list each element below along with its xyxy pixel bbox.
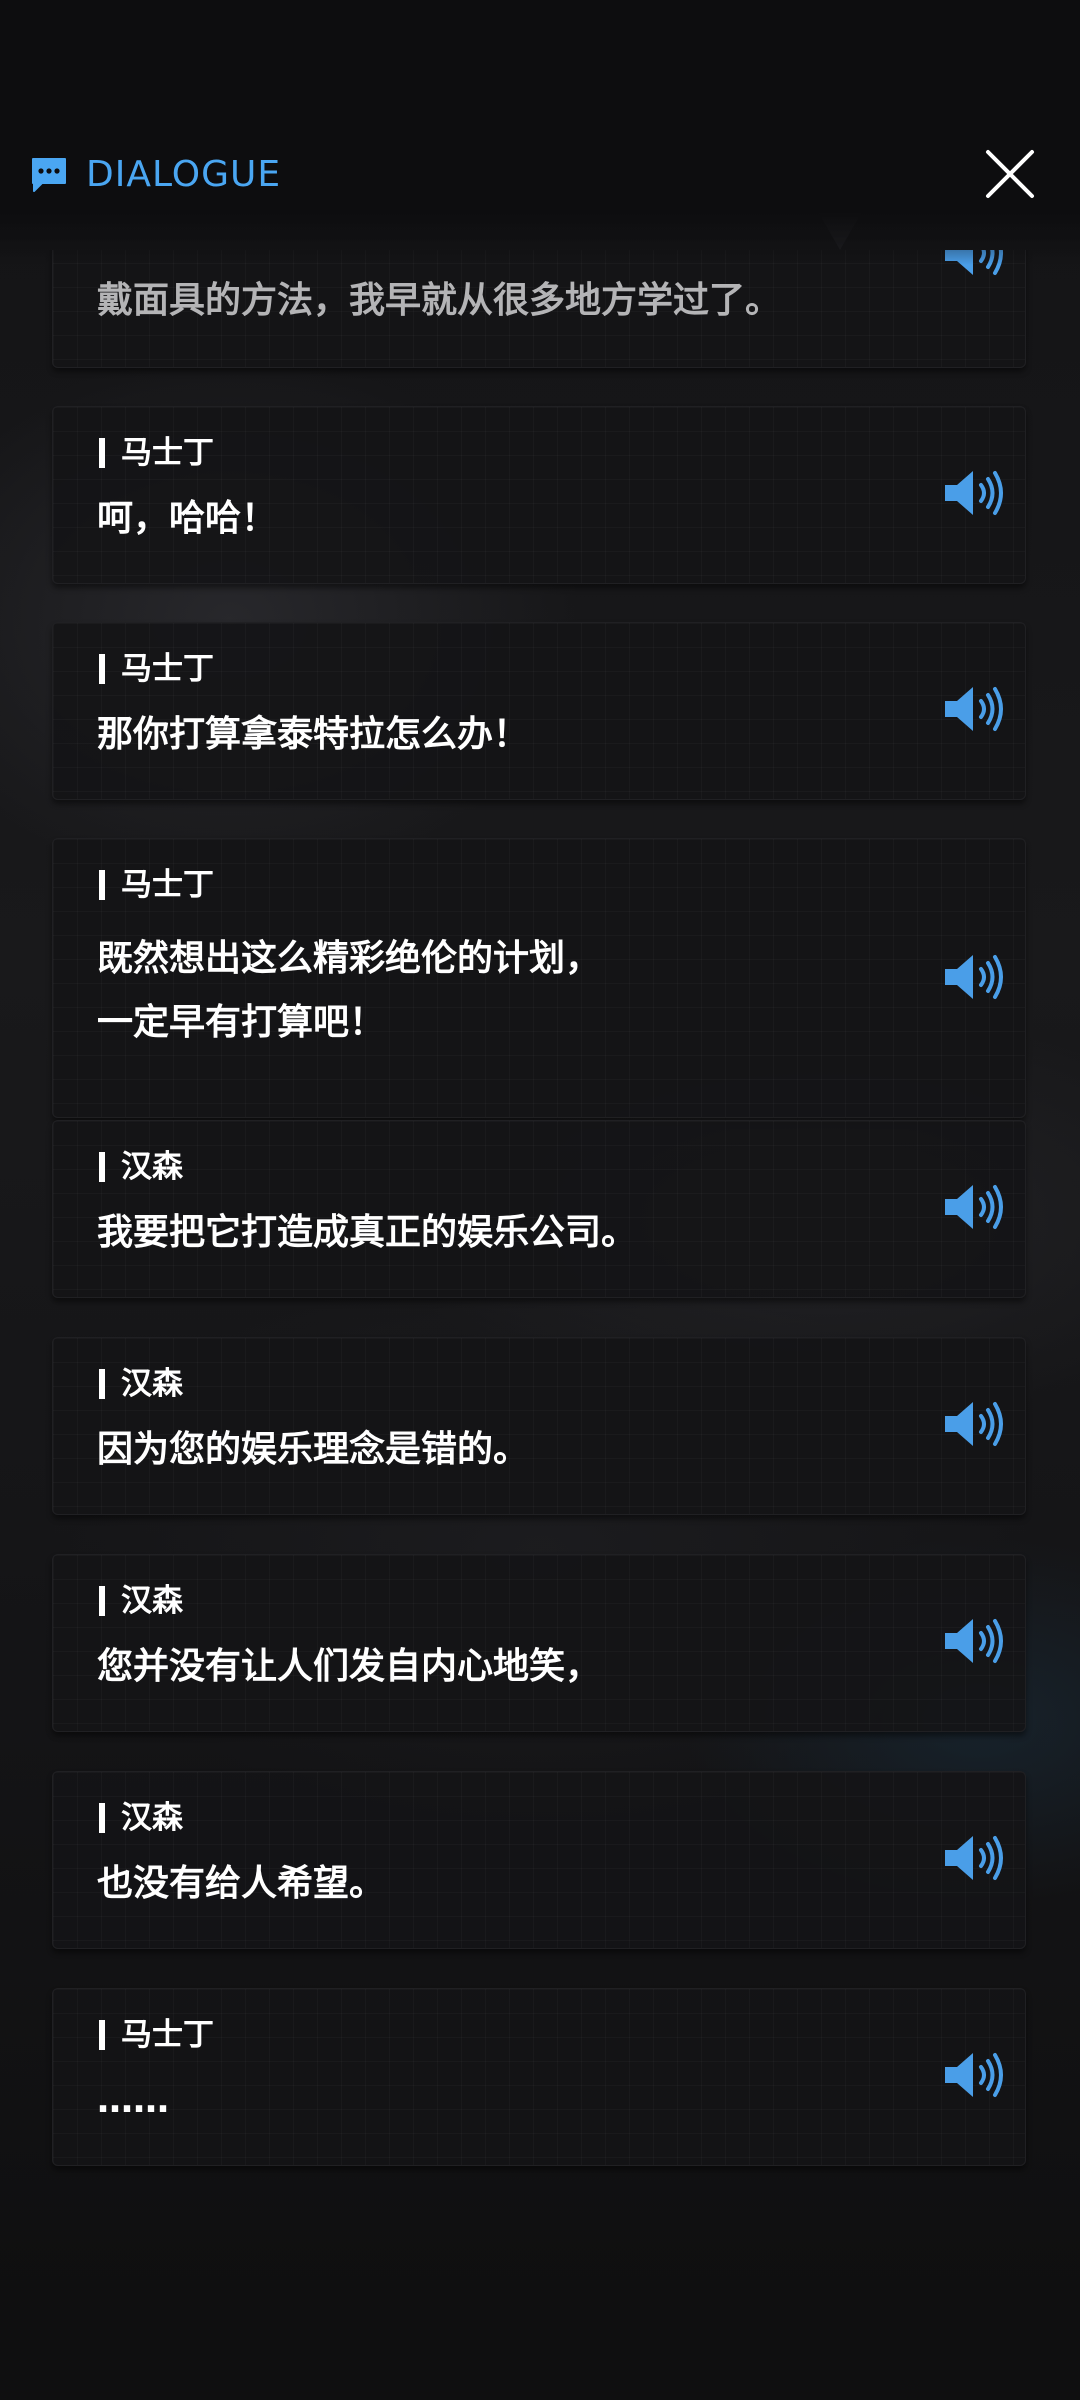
speaker-icon bbox=[945, 2053, 1003, 2097]
speaker-icon bbox=[945, 250, 1003, 275]
speaker-label: 马士丁 bbox=[99, 651, 214, 687]
speaker-icon bbox=[945, 955, 1003, 999]
speaker-marker bbox=[99, 1586, 105, 1616]
speaker-marker bbox=[99, 1803, 105, 1833]
dialogue-entry: 马士丁 既然想出这么精彩绝伦的计划， 一定早有打算吧！ bbox=[52, 838, 1026, 1118]
speaker-marker bbox=[99, 2020, 105, 2050]
speaker-name: 马士丁 bbox=[121, 651, 214, 687]
speaker-name: 马士丁 bbox=[121, 867, 214, 903]
dialogue-entry: 马士丁 …… bbox=[52, 1988, 1026, 2166]
speaker-marker bbox=[99, 654, 105, 684]
voice-replay-button[interactable] bbox=[943, 250, 1005, 279]
speaker-label: 汉森 bbox=[99, 1800, 183, 1836]
dialogue-entry: 汉森 我要把它打造成真正的娱乐公司。 bbox=[52, 1120, 1026, 1298]
speaker-name: 马士丁 bbox=[121, 2017, 214, 2053]
dialogue-entry: 戴面具的方法，我早就从很多地方学过了。 bbox=[52, 250, 1026, 368]
voice-replay-button[interactable] bbox=[943, 1832, 1005, 1884]
voice-replay-button[interactable] bbox=[943, 1398, 1005, 1450]
dialogue-text: 我要把它打造成真正的娱乐公司。 bbox=[97, 1212, 638, 1253]
dialogue-text: 那你打算拿泰特拉怎么办！ bbox=[97, 714, 530, 755]
dialogue-entry: 马士丁 那你打算拿泰特拉怎么办！ bbox=[52, 622, 1026, 800]
speaker-name: 汉森 bbox=[121, 1800, 183, 1836]
speaker-icon bbox=[945, 1619, 1003, 1663]
voice-replay-button[interactable] bbox=[943, 1181, 1005, 1233]
speaker-marker bbox=[99, 1152, 105, 1182]
dialogue-text: 因为您的娱乐理念是错的。 bbox=[97, 1429, 530, 1470]
header-title-group: DIALOGUE bbox=[30, 154, 281, 195]
dialogue-text: 既然想出这么精彩绝伦的计划， 一定早有打算吧！ bbox=[97, 938, 602, 1043]
speaker-label: 汉森 bbox=[99, 1366, 183, 1402]
speaker-label: 马士丁 bbox=[99, 867, 214, 903]
speaker-icon bbox=[945, 1185, 1003, 1229]
speaker-name: 汉森 bbox=[121, 1366, 183, 1402]
dialogue-text: 也没有给人希望。 bbox=[97, 1863, 386, 1904]
dialogue-text: …… bbox=[97, 2080, 169, 2121]
close-button[interactable] bbox=[984, 148, 1036, 200]
dialogue-text: 呵，哈哈！ bbox=[97, 498, 278, 539]
voice-replay-button[interactable] bbox=[943, 683, 1005, 735]
close-icon bbox=[986, 150, 1034, 198]
chat-bubble-icon bbox=[32, 157, 66, 192]
dialogue-entry: 马士丁 呵，哈哈！ bbox=[52, 406, 1026, 584]
speaker-icon bbox=[945, 687, 1003, 731]
dialogue-entry: 汉森 您并没有让人们发自内心地笑， bbox=[52, 1554, 1026, 1732]
dialogue-text: 您并没有让人们发自内心地笑， bbox=[97, 1646, 602, 1687]
dialogue-text: 戴面具的方法，我早就从很多地方学过了。 bbox=[97, 280, 782, 321]
speaker-label: 汉森 bbox=[99, 1583, 183, 1619]
speaker-icon bbox=[945, 1402, 1003, 1446]
dialogue-header: DIALOGUE bbox=[30, 148, 1050, 200]
speaker-name: 马士丁 bbox=[121, 435, 214, 471]
header-title: DIALOGUE bbox=[86, 154, 282, 195]
dialogue-log-list[interactable]: 戴面具的方法，我早就从很多地方学过了。 马士丁 呵，哈哈！ 马士丁 那你打算拿泰… bbox=[0, 250, 1080, 2250]
voice-replay-button[interactable] bbox=[943, 1615, 1005, 1667]
dialogue-entry: 汉森 因为您的娱乐理念是错的。 bbox=[52, 1337, 1026, 1515]
speaker-name: 汉森 bbox=[121, 1149, 183, 1185]
speaker-name: 汉森 bbox=[121, 1583, 183, 1619]
dialogue-entry: 汉森 也没有给人希望。 bbox=[52, 1771, 1026, 1949]
voice-replay-button[interactable] bbox=[943, 951, 1005, 1003]
speaker-icon bbox=[945, 471, 1003, 515]
speaker-marker bbox=[99, 1369, 105, 1399]
voice-replay-button[interactable] bbox=[943, 2049, 1005, 2101]
speaker-marker bbox=[99, 438, 105, 468]
speaker-icon bbox=[945, 1836, 1003, 1880]
speaker-marker bbox=[99, 870, 105, 900]
speaker-label: 汉森 bbox=[99, 1149, 183, 1185]
voice-replay-button[interactable] bbox=[943, 467, 1005, 519]
speaker-label: 马士丁 bbox=[99, 2017, 214, 2053]
speaker-label: 马士丁 bbox=[99, 435, 214, 471]
